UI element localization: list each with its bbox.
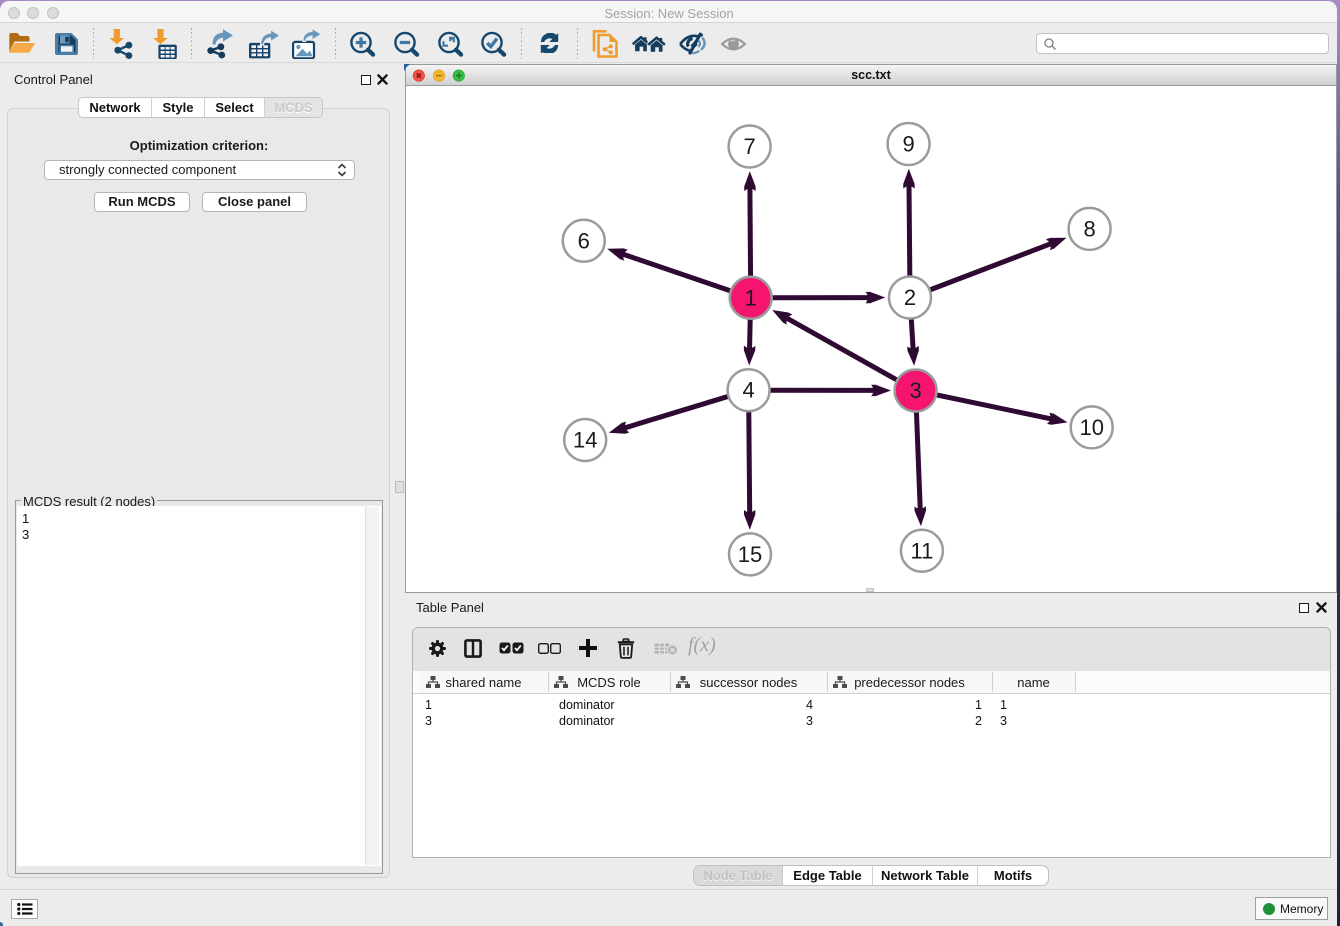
svg-text:10: 10 bbox=[1079, 415, 1103, 440]
svg-text:7: 7 bbox=[743, 134, 755, 159]
svg-text:14: 14 bbox=[573, 428, 597, 453]
svg-text:15: 15 bbox=[738, 542, 762, 567]
svg-text:6: 6 bbox=[578, 228, 590, 253]
svg-text:9: 9 bbox=[902, 132, 914, 157]
svg-text:2: 2 bbox=[904, 285, 916, 310]
svg-text:1: 1 bbox=[745, 285, 757, 310]
svg-text:8: 8 bbox=[1083, 216, 1095, 241]
svg-text:11: 11 bbox=[910, 538, 933, 563]
svg-text:3: 3 bbox=[909, 378, 921, 403]
svg-text:4: 4 bbox=[742, 378, 754, 403]
